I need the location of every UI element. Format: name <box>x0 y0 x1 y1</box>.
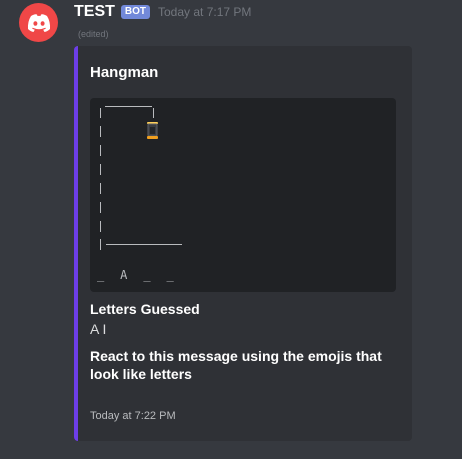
discord-logo-icon <box>27 13 50 32</box>
lantern-icon <box>147 122 158 139</box>
embed-title: Hangman <box>90 64 159 81</box>
chat-message: TEST BOT Today at 7:17 PM (edited) Hangm… <box>0 0 462 459</box>
embed-description: React to this message using the emojis t… <box>90 348 382 382</box>
letters-guessed-label: Letters Guessed <box>90 301 200 317</box>
message-header: TEST BOT Today at 7:17 PM <box>74 2 251 22</box>
message-timestamp[interactable]: Today at 7:17 PM <box>158 5 251 19</box>
username[interactable]: TEST <box>74 3 115 21</box>
hangman-word: _ A _ _ <box>97 268 175 282</box>
embed-footer-timestamp: Today at 7:22 PM <box>90 410 176 422</box>
avatar[interactable] <box>19 3 58 42</box>
edited-label: (edited) <box>78 29 109 39</box>
bot-badge: BOT <box>120 5 150 19</box>
hangman-code-block: _ A _ _ <box>90 98 396 292</box>
gallows-drawing <box>100 106 182 250</box>
embed: Hangman _ A _ _ Letters Guessed A I Reac… <box>74 46 412 441</box>
letters-guessed-value: A I <box>90 321 107 337</box>
